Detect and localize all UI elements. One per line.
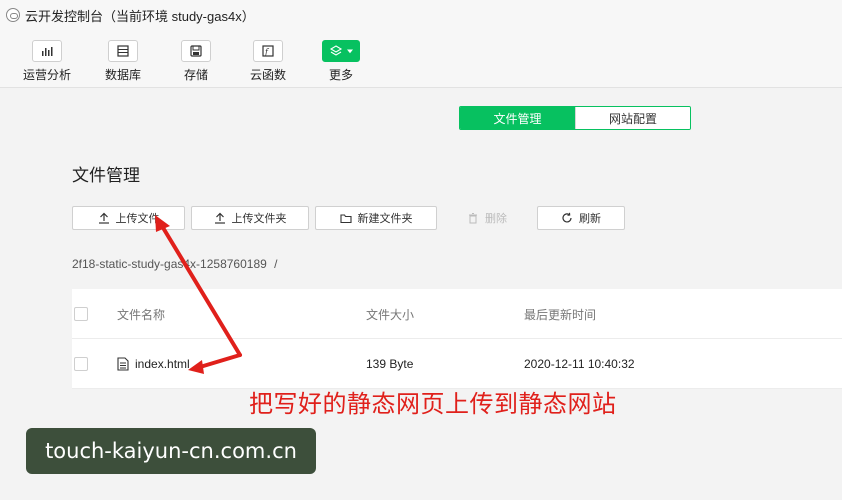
tab-file-manage[interactable]: 文件管理: [460, 107, 575, 129]
toolbar-database-label: 数据库: [104, 68, 141, 82]
toolbar-functions-label: 云函数: [249, 68, 286, 82]
caret-down-icon: [347, 49, 353, 54]
toolbar-functions-button[interactable]: f 云函数: [238, 40, 298, 83]
toolbar-storage-label: 存储: [183, 68, 208, 82]
delete-button[interactable]: 删除: [443, 206, 531, 230]
file-size: 139 Byte: [366, 357, 414, 371]
file-name: index.html: [135, 357, 190, 371]
watermark: touch-kaiyun-cn.com.cn: [26, 428, 316, 474]
database-icon: [108, 40, 138, 62]
header-updated: 最后更新时间: [524, 307, 597, 322]
row-checkbox[interactable]: [74, 357, 88, 371]
breadcrumb-separator: /: [274, 257, 278, 271]
refresh-button[interactable]: 刷新: [537, 206, 625, 230]
breadcrumb: 2f18-static-study-gas4x-1258760189 /: [72, 257, 277, 271]
toolbar-analytics-label: 运营分析: [22, 68, 71, 82]
function-icon: f: [253, 40, 283, 62]
trash-icon: [469, 213, 477, 224]
folder-icon: [339, 214, 352, 224]
new-folder-button[interactable]: 新建文件夹: [315, 206, 437, 230]
toolbar-storage-button[interactable]: 存储: [166, 40, 226, 83]
toolbar-analytics-button[interactable]: 运营分析: [17, 40, 77, 83]
refresh-label: 刷新: [579, 213, 601, 225]
new-folder-label: 新建文件夹: [357, 213, 413, 225]
file-name-cell[interactable]: index.html: [117, 339, 190, 389]
delete-label: 删除: [485, 213, 507, 225]
file-updated: 2020-12-11 10:40:32: [524, 357, 635, 371]
svg-text:f: f: [264, 48, 270, 57]
annotation-text: 把写好的静态网页上传到静态网站: [249, 391, 617, 418]
toolbar: 运营分析 数据库 存储 f 云函数 更多: [0, 30, 842, 88]
file-table: 文件名称 文件大小 最后更新时间 index.html 139 Byte 202…: [72, 289, 842, 389]
refresh-icon: [562, 212, 572, 223]
toolbar-more-label: 更多: [328, 68, 353, 82]
storage-icon: [181, 40, 211, 62]
window-title: 云开发控制台（当前环境 study-gas4x）: [25, 8, 255, 24]
cloud-app-icon: [6, 8, 20, 22]
table-row[interactable]: index.html 139 Byte 2020-12-11 10:40:32: [72, 339, 842, 389]
table-header: 文件名称 文件大小 最后更新时间: [72, 289, 842, 339]
upload-icon: [98, 212, 109, 224]
view-tabs: 文件管理 网站配置: [459, 106, 691, 130]
bar-chart-icon: [32, 40, 62, 62]
toolbar-more-button[interactable]: 更多: [311, 40, 371, 83]
layers-icon: [322, 40, 360, 62]
upload-icon: [214, 212, 225, 224]
upload-file-label: 上传文件: [115, 213, 160, 225]
select-all-checkbox[interactable]: [74, 307, 88, 321]
file-icon: [117, 357, 129, 371]
action-bar: 上传文件 上传文件夹 新建文件夹 删除 刷新: [72, 206, 625, 230]
upload-file-button[interactable]: 上传文件: [72, 206, 185, 230]
title-bar: 云开发控制台（当前环境 study-gas4x）: [0, 0, 842, 30]
upload-folder-label: 上传文件夹: [231, 213, 287, 225]
tab-site-config[interactable]: 网站配置: [575, 107, 690, 129]
page-title: 文件管理: [72, 166, 140, 185]
breadcrumb-path[interactable]: 2f18-static-study-gas4x-1258760189: [72, 257, 267, 271]
header-name: 文件名称: [117, 307, 166, 322]
upload-folder-button[interactable]: 上传文件夹: [191, 206, 309, 230]
header-size: 文件大小: [366, 307, 415, 322]
toolbar-database-button[interactable]: 数据库: [93, 40, 153, 83]
